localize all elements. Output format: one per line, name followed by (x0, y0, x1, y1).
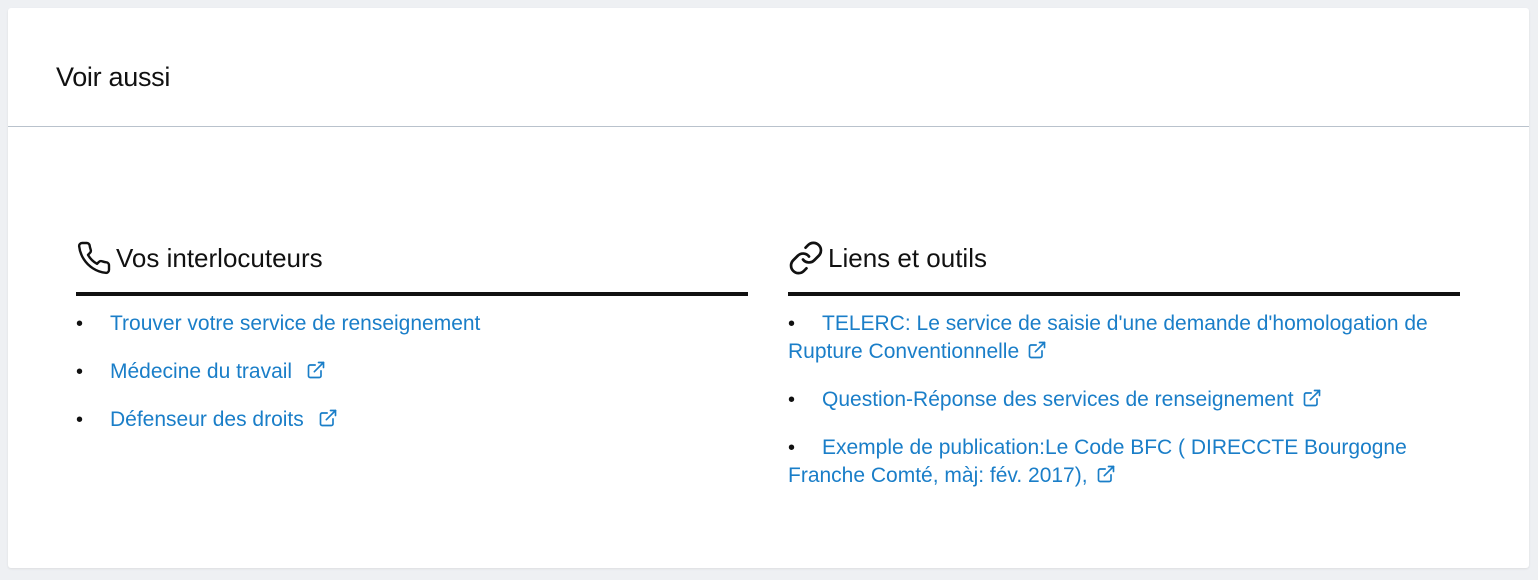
contacts-column: Vos interlocuteurs • Trouver votre servi… (76, 236, 748, 454)
link-rights-defender[interactable]: Défenseur des droits (110, 408, 304, 431)
bullet: • (788, 313, 796, 335)
tools-heading: Liens et outils (828, 243, 987, 273)
bullet: • (76, 313, 84, 335)
contacts-header: Vos interlocuteurs (76, 236, 748, 296)
tools-list: • TELERC: Le service de saisie d'une dema… (788, 310, 1460, 490)
tools-header: Liens et outils (788, 236, 1460, 296)
link-occupational-medicine[interactable]: Médecine du travail (110, 360, 292, 383)
tools-column: Liens et outils • TELERC: Le service de s… (788, 236, 1460, 510)
list-item: • Médecine du travail (76, 358, 748, 386)
link-telerc[interactable]: TELERC: Le service de saisie d'une deman… (788, 312, 1428, 363)
contacts-list: • Trouver votre service de renseignement… (76, 310, 748, 434)
external-link-icon[interactable] (1302, 388, 1322, 408)
bullet: • (788, 437, 796, 459)
phone-icon (76, 238, 116, 278)
section-title: Voir aussi (56, 62, 171, 92)
list-item: • TELERC: Le service de saisie d'une dema… (788, 310, 1460, 366)
bullet: • (76, 361, 84, 383)
contacts-heading: Vos interlocuteurs (116, 243, 323, 273)
link-find-service[interactable]: Trouver votre service de renseignement (110, 312, 480, 335)
bullet: • (76, 409, 84, 431)
list-item: • Exemple de publication:Le Code BFC ( DI… (788, 434, 1460, 490)
bullet: • (788, 389, 796, 411)
external-link-icon[interactable] (306, 360, 326, 380)
list-item: • Question-Réponse des services de rensei… (788, 386, 1460, 414)
link-icon (788, 238, 828, 278)
card-header: Voir aussi (8, 8, 1529, 127)
external-link-icon[interactable] (1096, 464, 1116, 484)
see-also-card: Voir aussi Vos interlocuteurs • Trouver … (8, 8, 1529, 568)
list-item: • Trouver votre service de renseignement (76, 310, 748, 338)
external-link-icon[interactable] (1027, 340, 1047, 360)
external-link-icon[interactable] (318, 408, 338, 428)
list-item: • Défenseur des droits (76, 406, 748, 434)
link-question-reponse[interactable]: Question-Réponse des services de renseig… (822, 388, 1294, 411)
